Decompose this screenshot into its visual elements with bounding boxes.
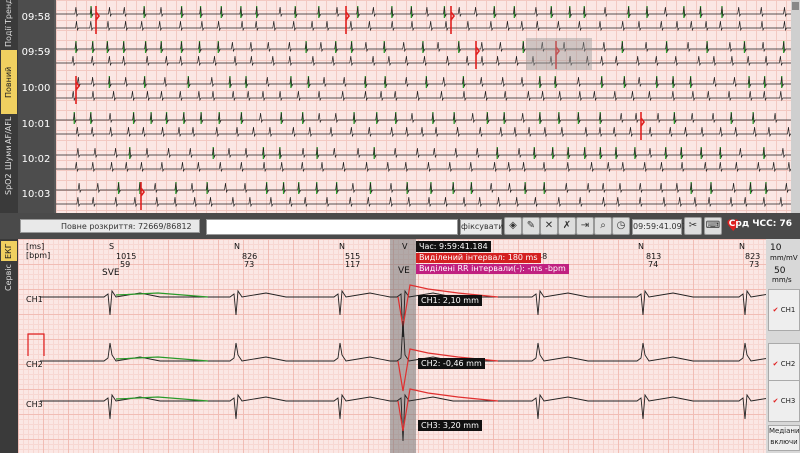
beat-label: SVE <box>102 268 120 278</box>
event-marker <box>640 112 645 140</box>
toolbar: Повне розкриття: 72669/86812 фіксувати ◈… <box>0 213 800 239</box>
view-tabs: Тренди Події Повний перегляд AF/AFL Шуми… <box>0 0 29 213</box>
full-disclosure-strips[interactable] <box>56 0 791 213</box>
ecg-tabs: ЕКГ Сервіс <box>0 239 18 453</box>
fix-dropdown[interactable]: фіксувати <box>460 219 504 235</box>
beat-type: N <box>339 242 345 251</box>
beat-type: N <box>739 242 745 251</box>
tab-noise[interactable]: Шуми <box>1 145 17 170</box>
strips-scrollbar[interactable] <box>791 0 800 213</box>
ch3-amplitude: CH3: 3,20 mm <box>418 420 482 431</box>
selection-highlight <box>526 38 592 70</box>
time-label: 10:02 <box>21 154 51 165</box>
avg-hr-label: Срд ЧСС: 76 <box>728 219 792 229</box>
strip-trace <box>56 90 791 102</box>
rr-readout: Виділені RR інтервали(-): -ms -bpm <box>416 264 569 274</box>
check-icon: ✔ <box>772 306 779 314</box>
time-label: 09:59 <box>21 47 51 58</box>
full-decode-field: Повне розкриття: 72669/86812 <box>20 219 200 233</box>
ch1-amplitude: CH1: 2,10 mm <box>418 295 482 306</box>
beat-bpm: 117 <box>345 260 361 269</box>
strip-trace <box>56 196 791 208</box>
beat-type: N <box>234 242 240 251</box>
scissors-icon[interactable]: ✂ <box>684 217 702 235</box>
event-marker <box>345 6 350 34</box>
goto-icon[interactable]: ⇥ <box>576 217 594 235</box>
time-column: 09:58 09:59 10:00 10:01 10:02 10:03 <box>18 0 54 213</box>
speed-unit: mm/s <box>772 276 792 284</box>
time-label: 09:58 <box>21 12 51 23</box>
tab-af[interactable]: AF/AFL <box>1 116 17 144</box>
beat-bpm: 74 <box>648 260 659 269</box>
ecg-settings-panel: 10 mm/mV 50 mm/s ✔ CH1 ✔ CH2 ✔ CH3 Медіа… <box>766 239 800 453</box>
strip-traces <box>56 6 791 210</box>
speed-value[interactable]: 50 <box>774 266 785 276</box>
edit-icon[interactable]: ✎ <box>522 217 540 235</box>
unit-ms: [ms] <box>26 242 45 251</box>
tab-full-view[interactable]: Повний перегляд <box>1 50 29 114</box>
tab-trends[interactable]: Тренди <box>1 0 17 24</box>
zoom-icon[interactable]: ⌕ <box>594 217 612 235</box>
tab-ecg[interactable]: ЕКГ <box>1 241 17 261</box>
scrollbar-thumb[interactable] <box>792 2 799 10</box>
event-marker <box>475 41 480 69</box>
strip-trace <box>56 20 791 32</box>
time-label: 10:03 <box>21 189 51 200</box>
median-toggle[interactable]: Медіани включи <box>768 425 800 451</box>
time-readout: Час: 9:59:41.184 <box>416 241 491 252</box>
ecg-view[interactable]: [ms] [bpm] S 1015 59 SVE N 826 73 N 515 … <box>18 239 766 453</box>
calibration-pulse <box>27 333 45 356</box>
ch2-amplitude: CH2: -0,46 mm <box>418 358 485 369</box>
position-slider[interactable] <box>206 219 458 235</box>
unit-bpm: [bpm] <box>26 251 51 260</box>
delete-icon[interactable]: ✕ <box>540 217 558 235</box>
time-label: 10:00 <box>21 83 51 94</box>
channel-label: CH2 <box>26 360 43 369</box>
event-marker <box>450 6 455 34</box>
ecg-traces <box>27 239 766 453</box>
beat-type: S <box>109 242 115 251</box>
channel-label: CH3 <box>26 400 43 409</box>
keyboard-icon[interactable]: ⌨ <box>704 217 722 235</box>
time-label: 10:01 <box>21 119 51 130</box>
check-icon: ✔ <box>772 360 779 368</box>
interval-readout: Виділений інтервал: 180 ms <box>416 253 541 263</box>
gain-value[interactable]: 10 <box>770 243 781 253</box>
tab-spo2[interactable]: SpO2 <box>1 172 17 196</box>
strip-trace <box>56 182 791 194</box>
tab-service[interactable]: Сервіс <box>1 263 17 293</box>
strip-trace <box>56 126 791 138</box>
tab-events[interactable]: Події <box>1 26 17 48</box>
strip-trace <box>56 76 791 88</box>
mark-icon[interactable]: ✗ <box>558 217 576 235</box>
channel-label: CH1 <box>26 295 43 304</box>
ch3-toggle[interactable]: ✔ CH3 <box>768 380 800 422</box>
beat-type: N <box>638 242 644 251</box>
ch2-toggle[interactable]: ✔ CH2 <box>768 343 800 385</box>
strip-trace <box>56 6 791 18</box>
check-icon: ✔ <box>772 397 779 405</box>
beat-bpm: 59 <box>120 260 131 269</box>
cube-icon[interactable]: ◈ <box>504 217 522 235</box>
strip-trace <box>56 55 791 67</box>
beat-type: V <box>402 242 408 251</box>
beat-bpm: 73 <box>244 260 255 269</box>
event-marker <box>95 6 100 34</box>
strip-trace <box>56 161 791 173</box>
gain-unit: mm/mV <box>770 254 798 262</box>
event-marker <box>140 182 145 210</box>
beat-bpm: 73 <box>749 260 760 269</box>
time-field[interactable]: 09:59:41.097 <box>632 219 687 235</box>
ch1-toggle[interactable]: ✔ CH1 <box>768 289 800 331</box>
beat-label: VE <box>398 266 410 276</box>
clock-icon: ◷ <box>612 217 630 235</box>
